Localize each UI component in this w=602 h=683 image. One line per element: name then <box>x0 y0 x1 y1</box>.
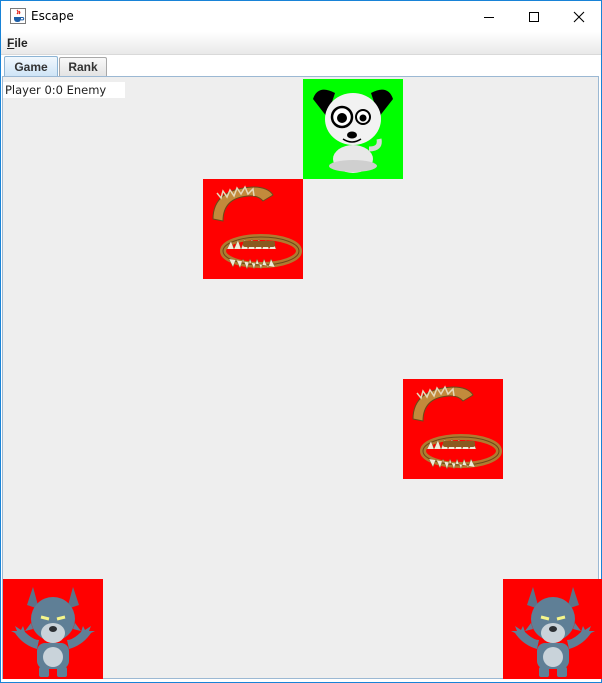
java-cup-icon <box>10 8 26 24</box>
player-cell[interactable] <box>303 79 403 179</box>
title-bar[interactable]: Escape <box>1 1 601 32</box>
trap-cell[interactable] <box>203 179 303 279</box>
tab-strip: Game Rank <box>1 55 601 77</box>
maximize-button[interactable] <box>511 1 557 32</box>
menu-file[interactable]: File <box>7 36 28 50</box>
trap-cell[interactable] <box>403 379 503 479</box>
minimize-button[interactable] <box>466 1 512 32</box>
werewolf-icon <box>3 579 103 679</box>
menu-bar: File <box>1 32 601 55</box>
score-label: Player 0:0 Enemy <box>3 82 125 98</box>
tab-game[interactable]: Game <box>4 56 58 77</box>
bear-trap-icon <box>403 379 503 479</box>
menu-file-rest: ile <box>14 36 28 50</box>
maximize-icon <box>529 11 539 22</box>
window-title: Escape <box>31 9 74 23</box>
close-icon <box>573 11 585 22</box>
tab-rank[interactable]: Rank <box>59 57 107 76</box>
bear-trap-icon <box>203 179 303 279</box>
enemy-cell[interactable] <box>503 579 602 679</box>
close-button[interactable] <box>556 1 602 32</box>
dog-icon <box>303 79 403 179</box>
werewolf-icon <box>503 579 602 679</box>
minimize-icon <box>484 16 494 18</box>
enemy-cell[interactable] <box>3 579 103 679</box>
